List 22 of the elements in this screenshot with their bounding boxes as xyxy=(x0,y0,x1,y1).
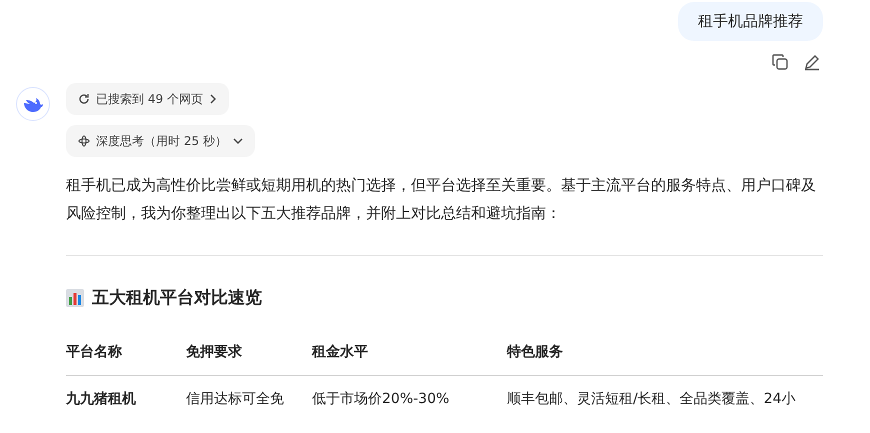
column-header: 特色服务 xyxy=(507,343,564,361)
column-header: 免押要求 xyxy=(186,343,243,361)
thinking-label: 深度思考（用时 25 秒） xyxy=(96,132,227,150)
search-results-label: 已搜索到 49 个网页 xyxy=(96,90,203,108)
table-cell-text: 低于市场价20%-30% xyxy=(312,390,450,408)
table-cell-text: 九九猪租机 xyxy=(66,390,137,408)
intro-paragraph: 租手机已成为高性价比尝鲜或短期用机的热门选择，但平台选择至关重要。基于主流平台的服务特点、用户口碑及风险控制，我为你整理出以下五大推荐品牌，并附上对比总结和避坑指南： xyxy=(66,175,817,224)
table-cell-text: 顺丰包邮、灵活短租/长租、全品类覆盖、24小 xyxy=(507,390,797,408)
thinking-toggle[interactable]: 深度思考（用时 25 秒） xyxy=(66,125,255,157)
search-results-button[interactable]: 已搜索到 49 个网页 xyxy=(66,83,229,115)
column-header: 租金水平 xyxy=(312,343,369,361)
atom-icon xyxy=(78,135,90,147)
user-message: 租手机品牌推荐 xyxy=(678,2,823,41)
chevron-right-icon xyxy=(208,94,217,104)
copy-icon[interactable] xyxy=(771,53,789,71)
edit-icon[interactable] xyxy=(803,53,821,71)
column-header: 平台名称 xyxy=(66,343,123,361)
table-cell-text: 信用达标可全免 xyxy=(186,390,285,408)
avatar-icon xyxy=(16,87,50,121)
chevron-icon xyxy=(232,137,243,145)
section-heading: 五大租机平台对比速览 xyxy=(92,287,262,309)
bar-chart-icon xyxy=(66,288,84,306)
